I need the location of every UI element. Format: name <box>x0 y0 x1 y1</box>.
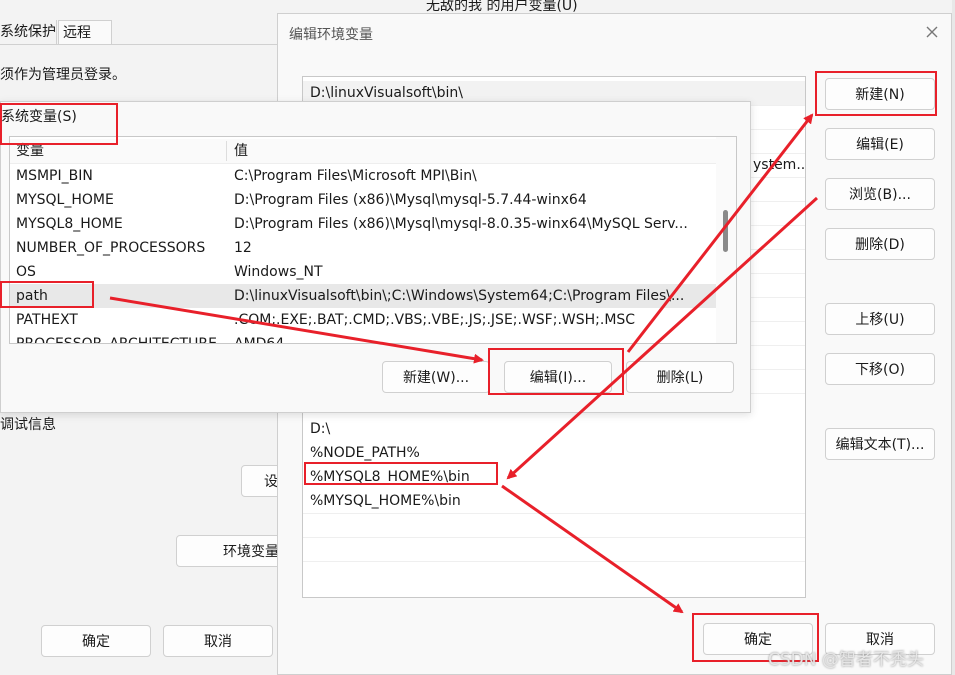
arrow-new-to-entry <box>506 196 819 480</box>
arrow-entry-to-ok <box>501 484 684 614</box>
annotation-arrows <box>109 113 819 614</box>
watermark: CSDN @智者不秃头 <box>768 650 924 670</box>
arrow-edit-to-new <box>626 113 814 353</box>
arrow-path-to-edit <box>109 296 484 364</box>
